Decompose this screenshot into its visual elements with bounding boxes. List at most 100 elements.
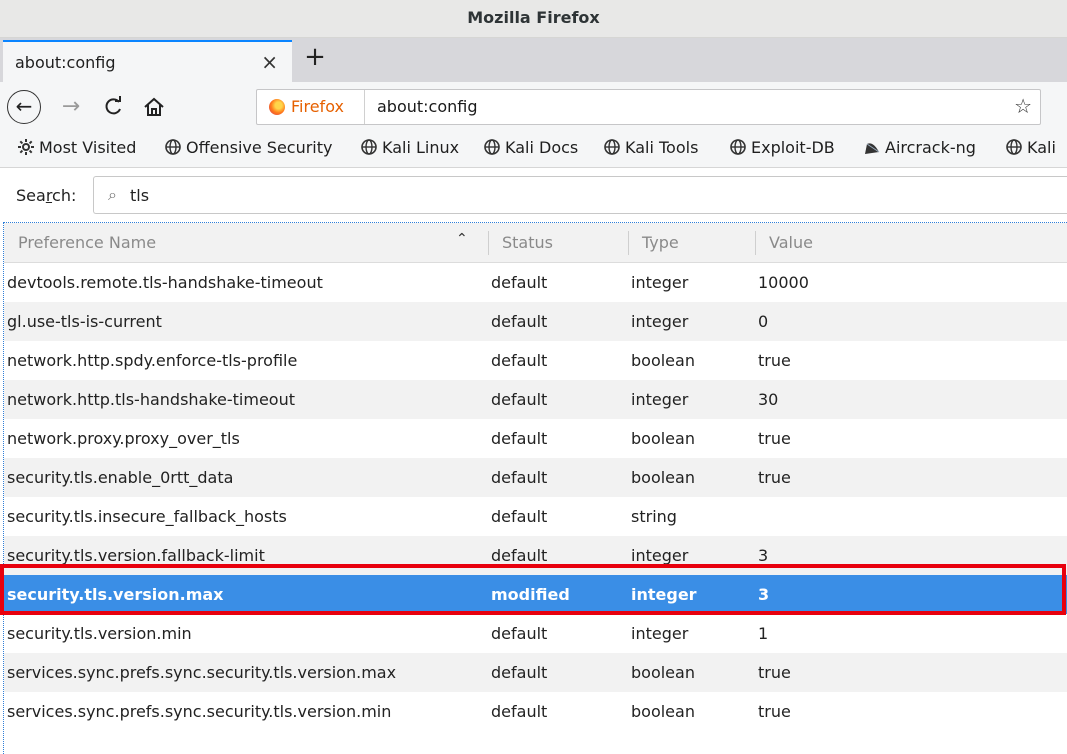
cell-type: integer <box>631 312 689 331</box>
cell-value: true <box>758 702 791 721</box>
bookmark-exploit-db[interactable]: Exploit-DB <box>730 138 835 157</box>
bookmark-label: Kali Linux <box>382 138 460 157</box>
identity-label: Firefox <box>291 97 344 116</box>
home-icon[interactable] <box>137 91 171 123</box>
table-row[interactable]: security.tls.enable_0rtt_data default bo… <box>4 458 1067 497</box>
cell-preference-name: network.http.spdy.enforce-tls-profile <box>7 351 298 370</box>
forward-arrow-icon[interactable]: → <box>56 91 86 123</box>
cell-status: default <box>491 273 548 292</box>
tab-strip: about:config × + <box>0 38 1067 82</box>
column-divider[interactable] <box>628 231 629 255</box>
preferences-table: Preference Name ⌃ Status Type Value devt… <box>3 222 1067 754</box>
bookmark-kali-linux[interactable]: Kali Linux <box>361 138 459 157</box>
cell-preference-name: security.tls.version.min <box>7 624 192 643</box>
globe-icon <box>484 139 500 155</box>
cell-value: 10000 <box>758 273 809 292</box>
cell-status: default <box>491 390 548 409</box>
globe-icon <box>1006 139 1022 155</box>
table-row[interactable]: security.tls.version.min default integer… <box>4 614 1067 653</box>
cell-status: default <box>491 351 548 370</box>
bookmark-kali-docs[interactable]: Kali Docs <box>484 138 578 157</box>
table-row[interactable]: gl.use-tls-is-current default integer 0 <box>4 302 1067 341</box>
aircrack-icon <box>865 143 880 154</box>
cell-status: default <box>491 702 548 721</box>
table-row[interactable]: security.tls.insecure_fallback_hosts def… <box>4 497 1067 536</box>
globe-icon <box>730 139 746 155</box>
header-status[interactable]: Status <box>502 233 553 252</box>
cell-type: boolean <box>631 702 695 721</box>
cell-type: integer <box>631 390 689 409</box>
about-config-page: Search: ⌕ tls Preference Name ⌃ Status T… <box>0 168 1067 754</box>
cell-value: 1 <box>758 624 769 643</box>
bookmark-label: Offensive Security <box>186 138 333 157</box>
header-value[interactable]: Value <box>769 233 813 252</box>
bookmark-label: Most Visited <box>39 138 137 157</box>
cell-type: integer <box>631 273 689 292</box>
cell-preference-name: security.tls.enable_0rtt_data <box>7 468 234 487</box>
close-tab-icon[interactable]: × <box>261 50 278 74</box>
cell-type: integer <box>631 624 689 643</box>
url-text[interactable]: about:config <box>377 97 478 116</box>
search-input[interactable]: ⌕ tls <box>93 176 1067 214</box>
cell-value: 3 <box>758 585 770 604</box>
table-row[interactable]: services.sync.prefs.sync.security.tls.ve… <box>4 653 1067 692</box>
table-row[interactable]: services.sync.prefs.sync.security.tls.ve… <box>4 692 1067 731</box>
cell-status: default <box>491 663 548 682</box>
bookmark-kali[interactable]: Kali <box>1006 138 1056 157</box>
cell-value: 3 <box>758 546 769 565</box>
cell-status: default <box>491 429 548 448</box>
cell-status: default <box>491 312 548 331</box>
sort-ascending-icon[interactable]: ⌃ <box>456 231 468 247</box>
table-row[interactable]: devtools.remote.tls-handshake-timeout de… <box>4 263 1067 302</box>
url-bar[interactable]: Firefox about:config ☆ <box>256 89 1041 125</box>
cell-value: true <box>758 468 791 487</box>
search-row: Search: ⌕ tls <box>0 168 1067 220</box>
bookmark-star-icon[interactable]: ☆ <box>1014 94 1032 118</box>
cell-type: boolean <box>631 429 695 448</box>
bookmark-aircrack-ng[interactable]: Aircrack-ng <box>864 138 976 157</box>
table-row[interactable]: security.tls.version.fallback-limit defa… <box>4 536 1067 575</box>
column-divider[interactable] <box>488 231 489 255</box>
cell-preference-name: security.tls.version.max <box>7 585 224 604</box>
window-title: Mozilla Firefox <box>467 8 600 27</box>
bookmark-label: Aircrack-ng <box>885 138 976 157</box>
header-preference-name[interactable]: Preference Name <box>18 233 156 252</box>
globe-icon <box>361 139 377 155</box>
cell-type: string <box>631 507 677 526</box>
cell-status: default <box>491 507 548 526</box>
table-row[interactable]: network.proxy.proxy_over_tls default boo… <box>4 419 1067 458</box>
header-type[interactable]: Type <box>642 233 679 252</box>
cell-type: boolean <box>631 351 695 370</box>
tab-label: about:config <box>15 53 116 72</box>
reload-icon[interactable] <box>98 91 128 123</box>
cell-preference-name: services.sync.prefs.sync.security.tls.ve… <box>7 702 392 721</box>
cell-type: integer <box>631 546 689 565</box>
search-label: Search: <box>16 186 77 205</box>
firefox-logo-icon <box>269 99 285 115</box>
tab-about-config[interactable]: about:config × <box>3 40 292 82</box>
column-divider[interactable] <box>755 231 756 255</box>
globe-icon <box>604 139 620 155</box>
identity-box[interactable]: Firefox <box>257 90 365 124</box>
gear-icon <box>18 139 34 155</box>
bookmark-offensive-security[interactable]: Offensive Security <box>165 138 332 157</box>
cell-type: boolean <box>631 468 695 487</box>
cell-type: boolean <box>631 663 695 682</box>
table-row[interactable]: network.http.spdy.enforce-tls-profile de… <box>4 341 1067 380</box>
cell-preference-name: devtools.remote.tls-handshake-timeout <box>7 273 323 292</box>
bookmarks-toolbar: Most Visited Offensive Security Kali Lin… <box>0 132 1067 168</box>
cell-preference-name: security.tls.insecure_fallback_hosts <box>7 507 287 526</box>
table-row-selected[interactable]: security.tls.version.max modified intege… <box>4 575 1067 614</box>
cell-value: 30 <box>758 390 779 409</box>
back-arrow-icon[interactable]: ← <box>7 90 41 124</box>
search-value[interactable]: tls <box>130 186 149 205</box>
bookmark-label: Kali <box>1027 138 1056 157</box>
table-row[interactable]: network.http.tls-handshake-timeout defau… <box>4 380 1067 419</box>
cell-status: default <box>491 468 548 487</box>
bookmark-kali-tools[interactable]: Kali Tools <box>604 138 698 157</box>
cell-value: true <box>758 351 791 370</box>
globe-icon <box>165 139 181 155</box>
bookmark-label: Kali Tools <box>625 138 699 157</box>
new-tab-button[interactable]: + <box>300 43 330 73</box>
bookmark-most-visited[interactable]: Most Visited <box>18 138 136 157</box>
